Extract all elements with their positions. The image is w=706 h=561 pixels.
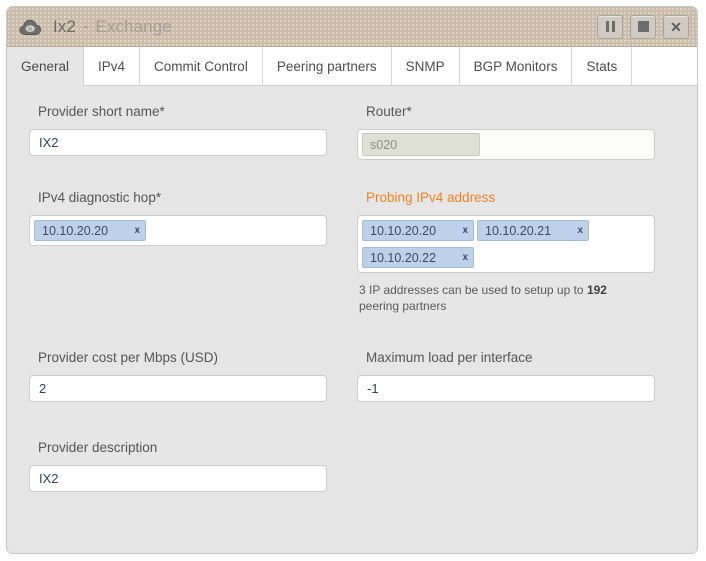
tab-snmp-label: SNMP — [405, 58, 445, 74]
cloud-ix-icon: ix — [19, 19, 42, 35]
tab-stats[interactable]: Stats — [572, 47, 633, 85]
window-title-name: Ix2 — [53, 16, 76, 36]
remove-token-icon[interactable]: x — [134, 225, 140, 236]
tab-bar-filler — [632, 47, 697, 85]
remove-token-icon[interactable]: x — [577, 225, 583, 236]
probing-ipv4-address-field: Probing IPv4 address 10.10.20.20 x 10.10… — [357, 190, 655, 314]
form-column-left-3: Provider cost per Mbps (USD) 2 — [29, 350, 327, 402]
form-row-1: Provider short name* IX2 Router* s020 — [29, 104, 675, 160]
form-column-right-2: Probing IPv4 address 10.10.20.20 x 10.10… — [357, 190, 655, 314]
svg-text:ix: ix — [28, 26, 32, 32]
tab-stats-label: Stats — [586, 58, 618, 74]
tab-general-label: General — [21, 58, 70, 74]
probing-ipv4-token-label: 10.10.20.20 — [370, 223, 437, 238]
window-title-text: Ix2 - Exchange — [53, 17, 172, 37]
close-icon: ✕ — [670, 18, 682, 35]
provider-description-value: IX2 — [39, 471, 59, 486]
provider-description-field: Provider description IX2 — [29, 440, 327, 492]
provider-short-name-label: Provider short name* — [38, 104, 165, 119]
probing-ipv4-token: 10.10.20.20 x — [362, 220, 474, 241]
router-field: Router* s020 — [357, 104, 655, 160]
form-column-right-4 — [357, 440, 655, 492]
ipv4-diagnostic-hop-label: IPv4 diagnostic hop* — [38, 190, 162, 205]
form-row-3: Provider cost per Mbps (USD) 2 Maximum l… — [29, 350, 675, 402]
form-spacer-2 — [29, 314, 675, 350]
probing-ipv4-token: 10.10.20.21 x — [477, 220, 589, 241]
tab-peering-partners[interactable]: Peering partners — [262, 47, 392, 85]
router-label: Router* — [366, 104, 412, 119]
probing-ipv4-token-label: 10.10.20.21 — [485, 223, 552, 238]
probing-ipv4-hint-suffix: peering partners — [359, 299, 447, 313]
ipv4-diagnostic-hop-field: IPv4 diagnostic hop* 10.10.20.20 x — [29, 190, 327, 246]
ipv4-diagnostic-hop-input[interactable]: 10.10.20.20 x — [29, 215, 327, 246]
form-column-left-2: IPv4 diagnostic hop* 10.10.20.20 x — [29, 190, 327, 314]
provider-cost-input[interactable]: 2 — [29, 375, 327, 402]
tab-ipv4[interactable]: IPv4 — [84, 47, 141, 85]
probing-ipv4-address-label: Probing IPv4 address — [366, 190, 496, 205]
pause-icon — [605, 21, 615, 32]
maximum-load-field: Maximum load per interface -1 — [357, 350, 655, 402]
router-token: s020 — [362, 133, 480, 156]
provider-cost-value: 2 — [39, 381, 47, 396]
remove-token-icon[interactable]: x — [462, 225, 468, 236]
pause-button[interactable] — [597, 14, 623, 39]
exchange-window: ix Ix2 - Exchange ✕ General IPv4 Commit … — [6, 6, 698, 554]
probing-ipv4-hint-count: 192 — [586, 283, 607, 297]
window-titlebar: ix Ix2 - Exchange ✕ — [7, 7, 697, 47]
form-column-right-3: Maximum load per interface -1 — [357, 350, 655, 402]
maximum-load-label: Maximum load per interface — [366, 350, 533, 365]
provider-cost-field: Provider cost per Mbps (USD) 2 — [29, 350, 327, 402]
form-spacer-1 — [29, 160, 675, 190]
tab-bar: General IPv4 Commit Control Peering part… — [7, 47, 697, 86]
ipv4-diagnostic-hop-token: 10.10.20.20 x — [34, 220, 146, 241]
probing-ipv4-token-label: 10.10.20.22 — [370, 250, 437, 265]
provider-short-name-input[interactable]: IX2 — [29, 129, 327, 156]
probing-ipv4-hint: 3 IP addresses can be used to setup up t… — [357, 282, 614, 314]
router-token-label: s020 — [370, 137, 398, 152]
maximum-load-value: -1 — [367, 381, 379, 396]
provider-cost-label: Provider cost per Mbps (USD) — [38, 350, 219, 365]
form-column-left-1: Provider short name* IX2 — [29, 104, 327, 160]
provider-short-name-value: IX2 — [39, 135, 59, 150]
tab-commit-control-label: Commit Control — [154, 58, 248, 74]
form-column-left-4: Provider description IX2 — [29, 440, 327, 492]
probing-ipv4-token: 10.10.20.22 x — [362, 247, 474, 268]
close-button[interactable]: ✕ — [663, 14, 689, 39]
tab-commit-control[interactable]: Commit Control — [140, 47, 263, 85]
maximum-load-input[interactable]: -1 — [357, 375, 655, 402]
probing-ipv4-address-input[interactable]: 10.10.20.20 x 10.10.20.21 x 10.10.20.22 … — [357, 215, 655, 273]
provider-short-name-field: Provider short name* IX2 — [29, 104, 327, 156]
tab-bgp-monitors-label: BGP Monitors — [473, 58, 558, 74]
form-row-2: IPv4 diagnostic hop* 10.10.20.20 x Probi… — [29, 190, 675, 314]
tab-general[interactable]: General — [7, 47, 85, 86]
provider-description-label: Provider description — [38, 440, 158, 455]
provider-description-input[interactable]: IX2 — [29, 465, 327, 492]
general-tab-panel: Provider short name* IX2 Router* s020 IP… — [7, 86, 697, 553]
tab-peering-partners-label: Peering partners — [276, 58, 377, 74]
form-spacer-3 — [29, 402, 675, 440]
window-title-group: ix Ix2 - Exchange — [18, 16, 597, 38]
router-input[interactable]: s020 — [357, 129, 655, 160]
window-title-subtitle: Exchange — [95, 16, 172, 36]
tab-bgp-monitors[interactable]: BGP Monitors — [459, 47, 573, 85]
stop-icon — [637, 21, 649, 32]
form-row-4: Provider description IX2 — [29, 440, 675, 492]
form-column-right-1: Router* s020 — [357, 104, 655, 160]
remove-token-icon[interactable]: x — [462, 252, 468, 263]
ipv4-diagnostic-hop-token-label: 10.10.20.20 — [42, 223, 109, 238]
window-title-separator: - — [82, 16, 89, 36]
probing-ipv4-hint-prefix: 3 IP addresses can be used to setup up t… — [359, 283, 587, 297]
tab-ipv4-label: IPv4 — [98, 58, 126, 74]
window-controls: ✕ — [597, 14, 689, 39]
stop-button[interactable] — [630, 14, 656, 39]
tab-snmp[interactable]: SNMP — [391, 47, 460, 85]
